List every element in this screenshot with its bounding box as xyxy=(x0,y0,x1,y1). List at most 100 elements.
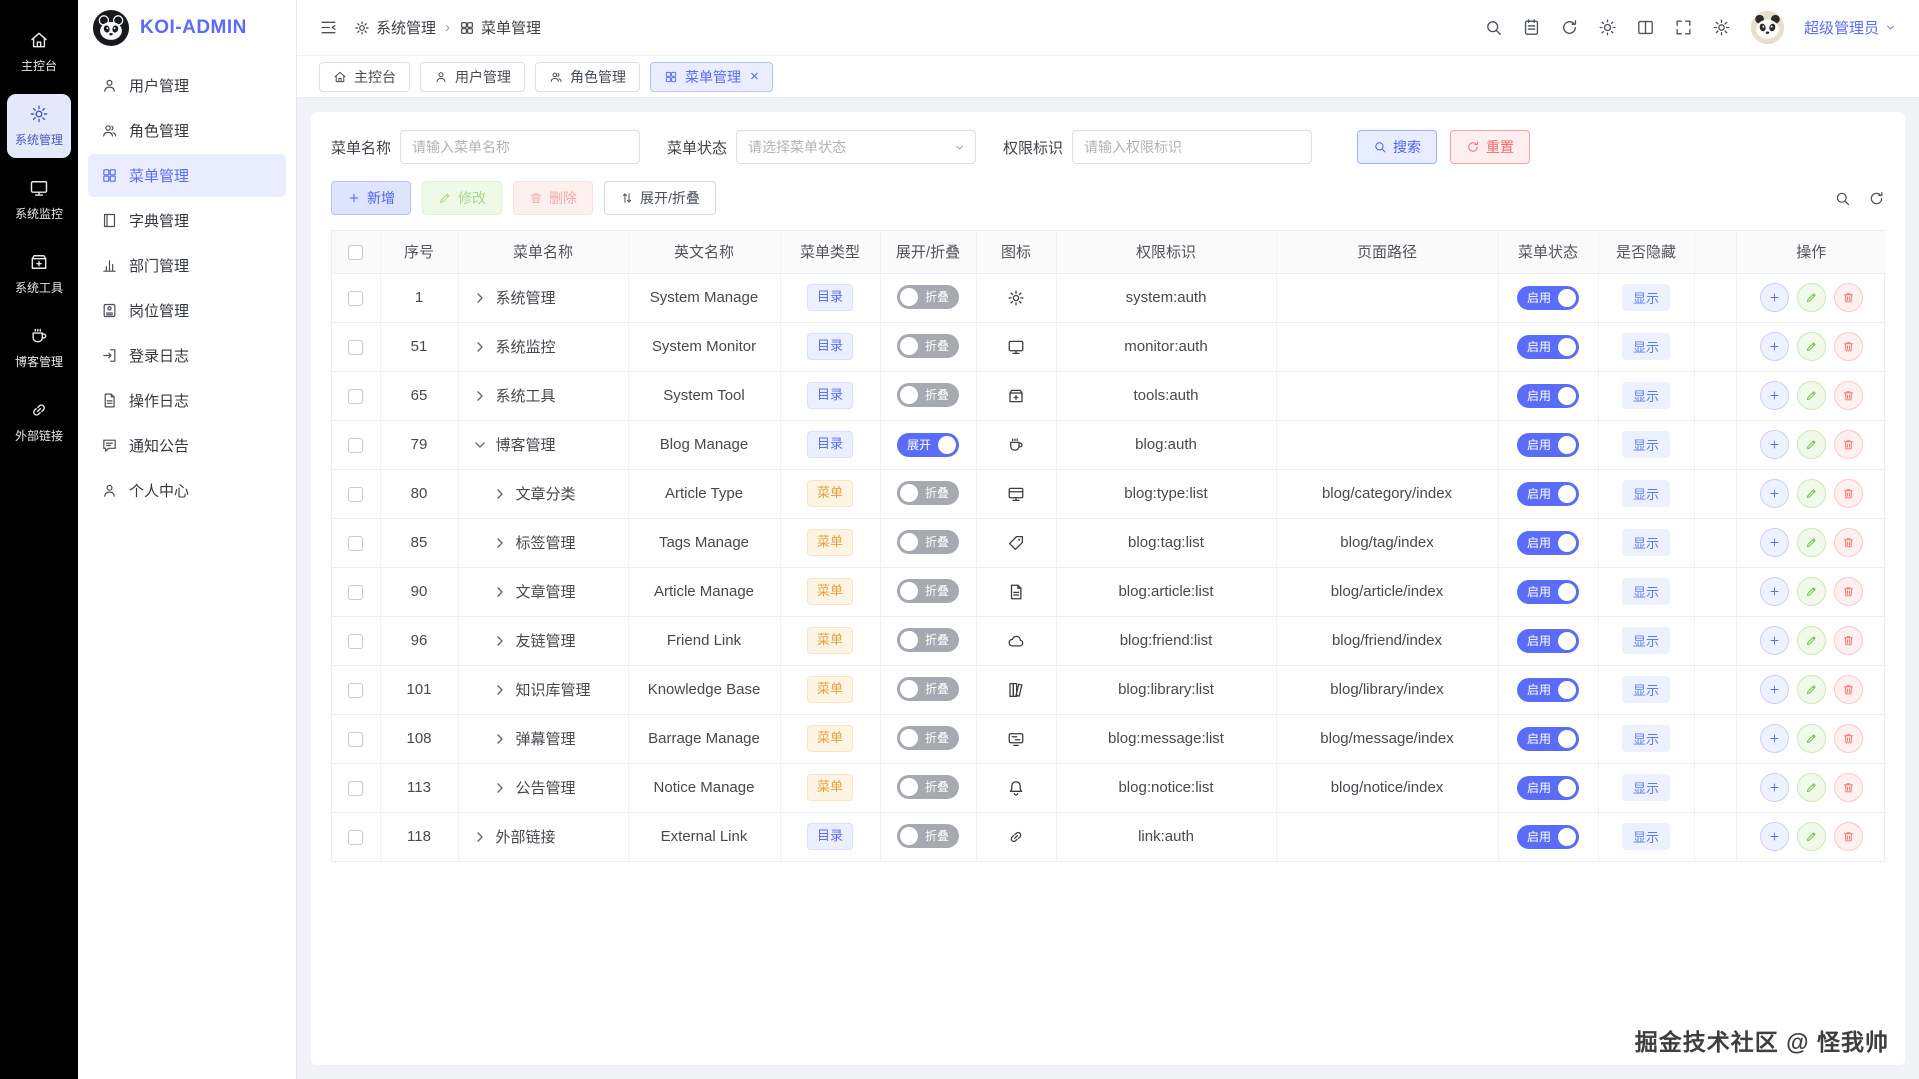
status-toggle[interactable]: 启用 xyxy=(1517,384,1579,408)
row-edit-button[interactable] xyxy=(1797,479,1826,508)
row-delete-button[interactable] xyxy=(1834,528,1863,557)
sidebar-collapse-button[interactable] xyxy=(319,18,338,37)
rail-item-gear[interactable]: 系统管理 xyxy=(7,94,71,158)
layout-button[interactable] xyxy=(1636,18,1655,37)
status-toggle[interactable]: 启用 xyxy=(1517,678,1579,702)
row-checkbox[interactable] xyxy=(348,438,363,453)
row-add-button[interactable] xyxy=(1760,528,1789,557)
row-delete-button[interactable] xyxy=(1834,332,1863,361)
expand-collapse-toggle[interactable]: 折叠 xyxy=(897,824,959,848)
row-edit-button[interactable] xyxy=(1797,283,1826,312)
row-checkbox[interactable] xyxy=(348,340,363,355)
row-edit-button[interactable] xyxy=(1797,381,1826,410)
row-add-button[interactable] xyxy=(1760,332,1789,361)
tree-expand-icon[interactable] xyxy=(471,828,489,846)
sidebar-item-badge[interactable]: 岗位管理 xyxy=(88,289,286,332)
global-search-button[interactable] xyxy=(1484,18,1503,37)
tree-expand-icon[interactable] xyxy=(491,779,509,797)
sidebar-item-book[interactable]: 字典管理 xyxy=(88,199,286,242)
user-dropdown[interactable]: 超级管理员 xyxy=(1804,17,1897,38)
theme-toggle-button[interactable] xyxy=(1598,18,1617,37)
row-delete-button[interactable] xyxy=(1834,626,1863,655)
row-delete-button[interactable] xyxy=(1834,822,1863,851)
row-edit-button[interactable] xyxy=(1797,724,1826,753)
status-toggle[interactable]: 启用 xyxy=(1517,286,1579,310)
row-checkbox[interactable] xyxy=(348,634,363,649)
fullscreen-button[interactable] xyxy=(1674,18,1693,37)
status-toggle[interactable]: 启用 xyxy=(1517,433,1579,457)
tree-expand-icon[interactable] xyxy=(491,681,509,699)
menu-status-select[interactable]: 请选择菜单状态 xyxy=(736,130,976,164)
status-toggle[interactable]: 启用 xyxy=(1517,727,1579,751)
tab-close-icon[interactable]: × xyxy=(750,69,759,84)
row-add-button[interactable] xyxy=(1760,577,1789,606)
search-button[interactable]: 搜索 xyxy=(1357,130,1437,164)
sidebar-item-role[interactable]: 角色管理 xyxy=(88,109,286,152)
row-delete-button[interactable] xyxy=(1834,430,1863,459)
row-add-button[interactable] xyxy=(1760,381,1789,410)
tree-expand-icon[interactable] xyxy=(491,730,509,748)
breadcrumb-item[interactable]: 菜单管理 xyxy=(459,17,541,38)
row-edit-button[interactable] xyxy=(1797,332,1826,361)
rail-item-tool[interactable]: 系统工具 xyxy=(7,242,71,306)
row-checkbox[interactable] xyxy=(348,830,363,845)
edit-button[interactable]: 修改 xyxy=(422,181,502,215)
expand-collapse-toggle[interactable]: 折叠 xyxy=(897,285,959,309)
menu-name-input[interactable] xyxy=(400,130,640,164)
rail-item-blog[interactable]: 博客管理 xyxy=(7,316,71,380)
status-toggle[interactable]: 启用 xyxy=(1517,776,1579,800)
tree-expand-icon[interactable] xyxy=(491,583,509,601)
expand-collapse-toggle[interactable]: 折叠 xyxy=(897,628,959,652)
tab-home[interactable]: 主控台 xyxy=(319,62,410,92)
status-toggle[interactable]: 启用 xyxy=(1517,531,1579,555)
row-edit-button[interactable] xyxy=(1797,822,1826,851)
expand-collapse-toggle[interactable]: 折叠 xyxy=(897,334,959,358)
settings-button[interactable] xyxy=(1712,18,1731,37)
row-checkbox[interactable] xyxy=(348,732,363,747)
row-delete-button[interactable] xyxy=(1834,773,1863,802)
tree-expand-icon[interactable] xyxy=(471,436,489,454)
status-toggle[interactable]: 启用 xyxy=(1517,580,1579,604)
sidebar-item-person[interactable]: 个人中心 xyxy=(88,469,286,512)
tree-expand-icon[interactable] xyxy=(491,534,509,552)
permission-input[interactable] xyxy=(1072,130,1312,164)
rail-item-monitor[interactable]: 系统监控 xyxy=(7,168,71,232)
row-add-button[interactable] xyxy=(1760,675,1789,704)
avatar[interactable] xyxy=(1750,10,1785,45)
row-checkbox[interactable] xyxy=(348,536,363,551)
row-delete-button[interactable] xyxy=(1834,577,1863,606)
tab-person[interactable]: 用户管理 xyxy=(420,62,525,92)
sidebar-item-person[interactable]: 用户管理 xyxy=(88,64,286,107)
tree-expand-icon[interactable] xyxy=(471,338,489,356)
toggle-search-button[interactable] xyxy=(1834,190,1851,207)
select-all-checkbox[interactable] xyxy=(348,245,363,260)
expand-collapse-toggle[interactable]: 折叠 xyxy=(897,726,959,750)
row-edit-button[interactable] xyxy=(1797,773,1826,802)
tree-expand-icon[interactable] xyxy=(491,485,509,503)
row-checkbox[interactable] xyxy=(348,291,363,306)
delete-button[interactable]: 删除 xyxy=(513,181,593,215)
tree-expand-icon[interactable] xyxy=(471,289,489,307)
row-add-button[interactable] xyxy=(1760,479,1789,508)
sidebar-item-doc[interactable]: 操作日志 xyxy=(88,379,286,422)
reset-button[interactable]: 重置 xyxy=(1450,130,1530,164)
expand-collapse-button[interactable]: 展开/折叠 xyxy=(604,181,716,215)
row-delete-button[interactable] xyxy=(1834,479,1863,508)
sidebar-item-login[interactable]: 登录日志 xyxy=(88,334,286,377)
row-edit-button[interactable] xyxy=(1797,675,1826,704)
tree-expand-icon[interactable] xyxy=(471,387,489,405)
expand-collapse-toggle[interactable]: 折叠 xyxy=(897,481,959,505)
row-add-button[interactable] xyxy=(1760,283,1789,312)
row-add-button[interactable] xyxy=(1760,626,1789,655)
tree-expand-icon[interactable] xyxy=(491,632,509,650)
row-edit-button[interactable] xyxy=(1797,577,1826,606)
expand-collapse-toggle[interactable]: 折叠 xyxy=(897,579,959,603)
row-checkbox[interactable] xyxy=(348,781,363,796)
rail-item-home[interactable]: 主控台 xyxy=(7,20,71,84)
sidebar-item-message[interactable]: 通知公告 xyxy=(88,424,286,467)
status-toggle[interactable]: 启用 xyxy=(1517,482,1579,506)
row-add-button[interactable] xyxy=(1760,430,1789,459)
row-checkbox[interactable] xyxy=(348,389,363,404)
row-delete-button[interactable] xyxy=(1834,283,1863,312)
expand-collapse-toggle[interactable]: 折叠 xyxy=(897,677,959,701)
